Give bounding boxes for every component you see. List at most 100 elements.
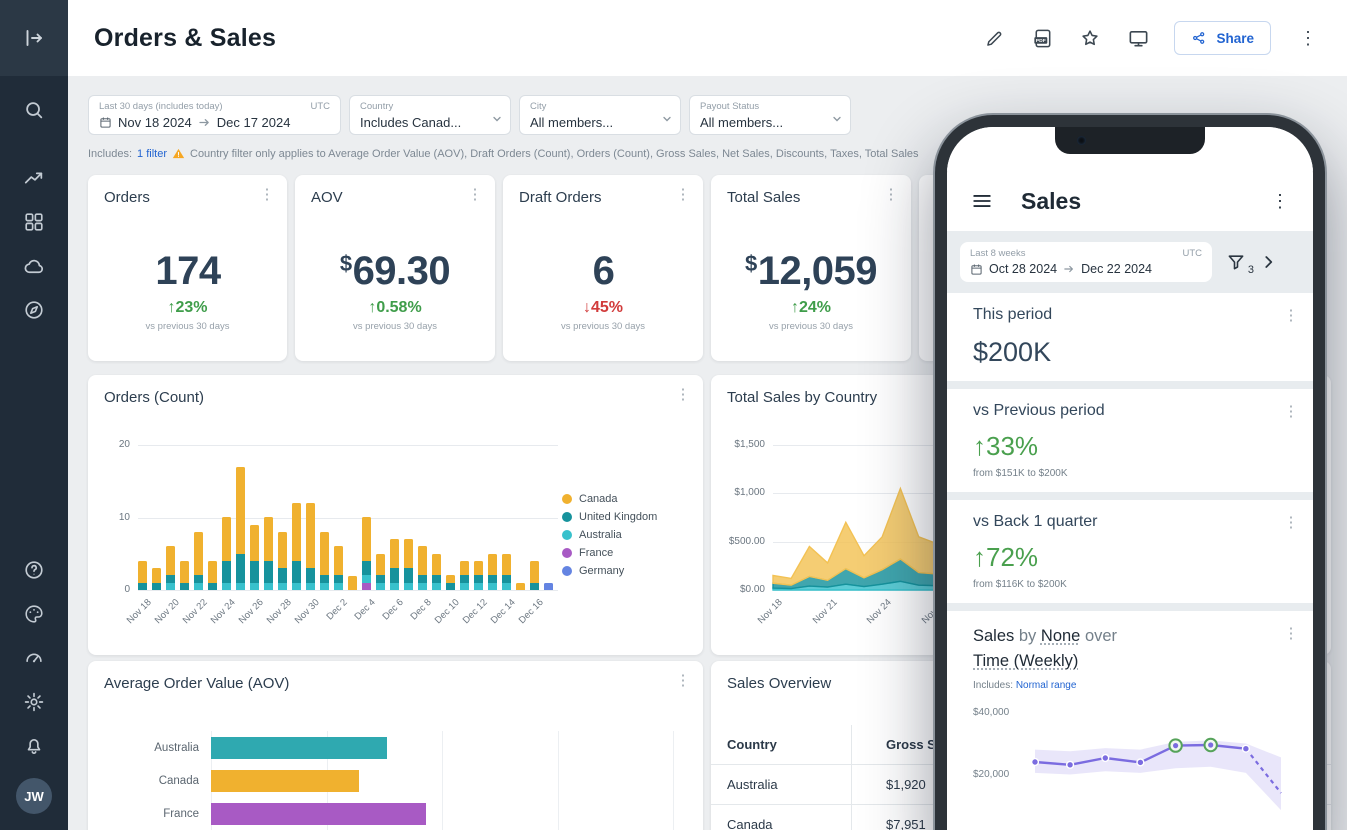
bar-segment [418, 546, 427, 575]
category-label: Australia [104, 742, 199, 754]
trend-arrow-icon: ↓ [583, 299, 591, 316]
phone-delta: ↑33% [973, 431, 1287, 462]
kpi-value: $12,059 [711, 249, 911, 294]
kebab-menu-icon[interactable]: ⋮ [257, 184, 277, 206]
page-title: Orders & Sales [94, 24, 276, 53]
phone-kebab-icon[interactable]: ⋮ [1271, 191, 1289, 212]
bar-segment [362, 517, 371, 561]
explore-compass-icon[interactable] [0, 288, 68, 332]
bar-segment [390, 583, 399, 590]
filter-count-link[interactable]: 1 filter [137, 148, 167, 160]
bar-nov-24 [222, 517, 231, 590]
edit-pencil-icon[interactable] [982, 26, 1006, 50]
share-label: Share [1216, 31, 1254, 46]
kebab-menu-icon[interactable]: ⋮ [1281, 305, 1301, 327]
bar-segment [166, 546, 175, 575]
bar-track [211, 737, 673, 759]
favorite-star-icon[interactable] [1078, 26, 1102, 50]
normal-range-link[interactable]: Normal range [1016, 680, 1077, 691]
bar-segment [180, 583, 189, 590]
bar-segment [362, 583, 371, 590]
bar-segment [432, 575, 441, 582]
bar-segment [306, 503, 315, 568]
kebab-menu-icon[interactable]: ⋮ [1281, 623, 1301, 645]
kebab-menu-icon[interactable]: ⋮ [673, 184, 693, 206]
kpi-card-total-sales: Total Sales ⋮ $12,059 ↑24% vs previous 3… [711, 175, 911, 361]
appearance-palette-icon[interactable] [0, 592, 68, 636]
filter-note: Includes: 1 filter Country filter only a… [88, 147, 954, 160]
kebab-menu-icon[interactable]: ⋮ [881, 184, 901, 206]
bar-segment [152, 568, 161, 583]
phone-line-svg [1029, 699, 1287, 830]
bar [211, 803, 426, 825]
bar-segment [152, 583, 161, 590]
hamburger-menu-icon[interactable] [971, 190, 993, 212]
bar-segment [306, 583, 315, 590]
phone-delta-sub: from $151K to $200K [973, 468, 1287, 479]
kebab-menu-icon[interactable]: ⋮ [1281, 401, 1301, 423]
kebab-menu-icon[interactable]: ⋮ [465, 184, 485, 206]
kpi-card-orders: Orders ⋮ 174 ↑23% vs previous 30 days [88, 175, 287, 361]
legend-item[interactable]: France [562, 547, 657, 559]
svg-text:PDF: PDF [1036, 38, 1046, 44]
bar-segment [488, 583, 497, 590]
payout-status-filter[interactable]: Payout Status All members... [689, 95, 851, 135]
notifications-bell-icon[interactable] [0, 724, 68, 768]
user-avatar[interactable]: JW [16, 778, 52, 814]
phone-filter-funnel-icon[interactable]: 3 [1226, 252, 1246, 272]
date-range-filter[interactable]: Last 30 days (includes today) UTC Nov 18… [88, 95, 341, 135]
bar-segment [446, 575, 455, 582]
settings-gear-icon[interactable] [0, 680, 68, 724]
legend-item[interactable]: Germany [562, 565, 657, 577]
collapse-sidebar-icon[interactable] [0, 0, 68, 76]
legend-dot [562, 512, 572, 522]
chevron-right-icon[interactable] [1260, 253, 1278, 271]
bar-segment [292, 583, 301, 590]
includes-label: Includes: [973, 680, 1013, 691]
kpi-value: $69.30 [295, 249, 495, 294]
bar-segment [250, 525, 259, 561]
kebab-menu-icon[interactable]: ⋮ [673, 670, 693, 692]
table-column-divider [851, 725, 852, 830]
phone-card-vs-quarter: vs Back 1 quarter ⋮ ↑72% from $116K to $… [947, 500, 1313, 603]
legend-dot [562, 530, 572, 540]
bar-nov-25 [236, 467, 245, 590]
search-icon[interactable] [0, 88, 68, 132]
legend-item[interactable]: Australia [562, 529, 657, 541]
bar-segment [264, 561, 273, 583]
bar-segment [376, 583, 385, 590]
kebab-menu-icon[interactable]: ⋮ [673, 384, 693, 406]
dashboards-icon[interactable] [0, 200, 68, 244]
help-icon[interactable] [0, 548, 68, 592]
kpi-title: Orders [104, 189, 150, 206]
legend-item[interactable]: United Kingdom [562, 511, 657, 523]
performance-gauge-icon[interactable] [0, 636, 68, 680]
kpi-value: 6 [503, 249, 703, 294]
share-button[interactable]: Share [1174, 21, 1271, 55]
kebab-menu-icon[interactable]: ⋮ [1281, 512, 1301, 534]
kpi-card-aov: AOV ⋮ $69.30 ↑0.58% vs previous 30 days [295, 175, 495, 361]
bar-segment [418, 575, 427, 582]
kpi-title: Total Sales [727, 189, 800, 206]
y-tick-label: $20,000 [973, 769, 1009, 780]
phone-date-end: Dec 22 2024 [1081, 262, 1152, 276]
data-sources-cloud-icon[interactable] [0, 244, 68, 288]
kpi-value: 174 [88, 249, 287, 294]
phone-camera [1077, 136, 1086, 145]
breakdown-dimension-dropdown[interactable]: None [1041, 627, 1080, 645]
bar-segment [222, 517, 231, 561]
legend-item[interactable]: Canada [562, 493, 657, 505]
phone-date-filter[interactable]: Last 8 weeks UTC Oct 28 2024 Dec 22 2024 [960, 242, 1212, 282]
export-pdf-icon[interactable]: PDF [1030, 26, 1054, 50]
topbar-kebab-icon[interactable]: ⋮ [1295, 28, 1321, 49]
bar-segment [376, 554, 385, 576]
present-monitor-icon[interactable] [1126, 26, 1150, 50]
country-filter[interactable]: Country Includes Canad... [349, 95, 511, 135]
phone-body: This period ⋮ $200K vs Previous period ⋮… [947, 293, 1313, 830]
breakdown-time-dropdown[interactable]: Time (Weekly) [973, 652, 1078, 670]
metrics-icon[interactable] [0, 156, 68, 200]
city-filter[interactable]: City All members... [519, 95, 681, 135]
bar-dec-5 [376, 554, 385, 590]
bar-segment [362, 575, 371, 582]
bar-segment [404, 539, 413, 568]
